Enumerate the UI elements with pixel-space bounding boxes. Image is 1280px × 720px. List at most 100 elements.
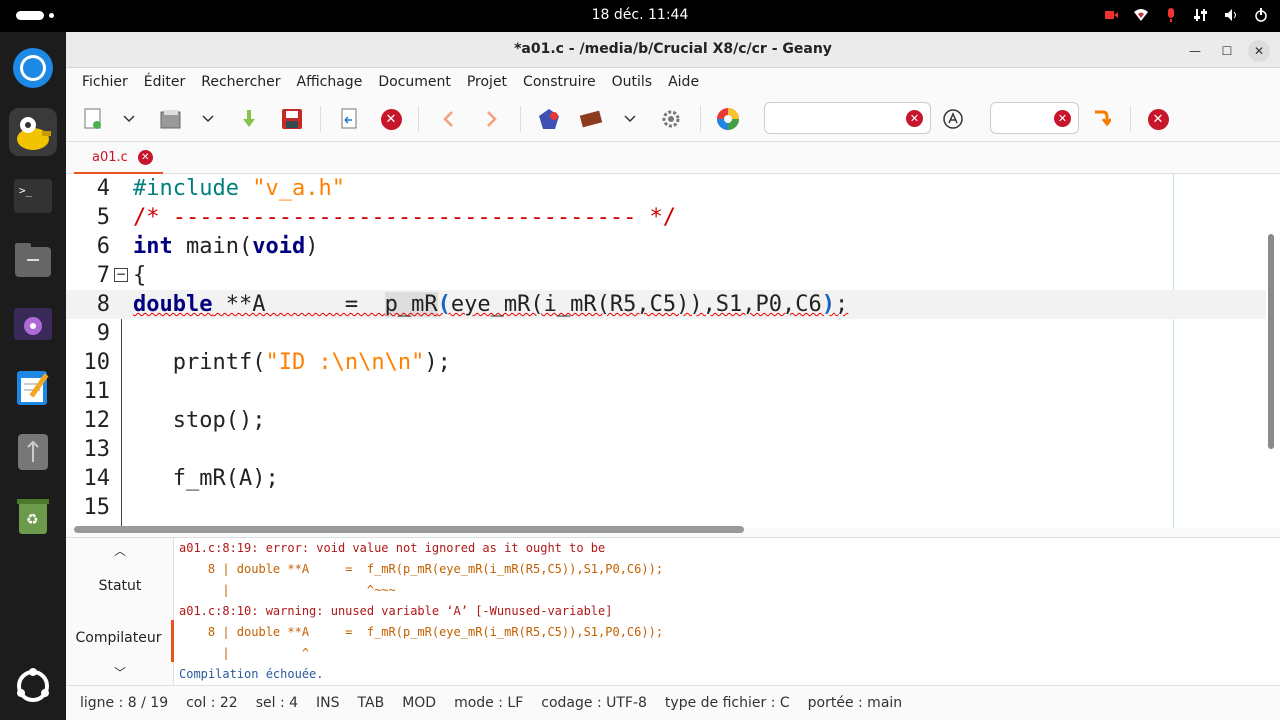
video-editor-icon[interactable]: [9, 300, 57, 348]
title-bar[interactable]: *a01.c - /media/b/Crucial X8/c/cr - Gean…: [66, 32, 1280, 68]
menu-document[interactable]: Document: [370, 74, 459, 90]
new-file-icon[interactable]: [80, 106, 106, 132]
menu-outils[interactable]: Outils: [604, 74, 660, 90]
code-line: 12 stop();: [66, 406, 1266, 435]
maximize-button[interactable]: ☐: [1216, 40, 1238, 62]
power-icon[interactable]: [1252, 6, 1270, 24]
message-line[interactable]: 8 | double **A = f_mR(p_mR(eye_mR(i_mR(R…: [179, 559, 663, 580]
line-number: 4: [96, 176, 110, 201]
status-col: col : 22: [186, 695, 238, 711]
compile-icon[interactable]: [536, 106, 562, 132]
message-line[interactable]: | ^: [179, 643, 663, 664]
menu-aide[interactable]: Aide: [660, 74, 707, 90]
goto-line-field[interactable]: ✕: [990, 102, 1079, 134]
menu-editer[interactable]: Éditer: [136, 74, 193, 90]
line-number: 13: [83, 437, 111, 462]
chromium-icon[interactable]: [9, 44, 57, 92]
network-icon[interactable]: [1132, 6, 1150, 24]
message-tabs: ︿ Statut Compilateur ﹀: [66, 538, 174, 686]
code-line: 7 − {: [66, 261, 1266, 290]
line-number: 7: [96, 263, 110, 288]
tab-label: a01.c: [92, 149, 128, 165]
line-number: 6: [96, 234, 110, 259]
code-editor[interactable]: 4 #include "v_a.h" 5 /* ----------------…: [66, 174, 1280, 528]
chevron-down-icon[interactable]: ﹀: [114, 664, 126, 681]
code-line: 6 int main(void): [66, 232, 1266, 261]
code-line: 15: [66, 493, 1266, 522]
trash-icon[interactable]: ♻: [9, 492, 57, 540]
dock: >_ ♻: [0, 32, 66, 720]
clock[interactable]: 18 déc. 11:44: [0, 7, 1280, 23]
volume-icon[interactable]: [1222, 6, 1240, 24]
menu-construire[interactable]: Construire: [515, 74, 604, 90]
navigate-back-icon[interactable]: [435, 106, 461, 132]
color-chooser-icon[interactable]: [715, 106, 741, 132]
code-line: 9: [66, 319, 1266, 348]
line-number: 5: [96, 205, 110, 230]
save-all-icon[interactable]: [279, 106, 305, 132]
message-line[interactable]: a01.c:8:19: error: void value not ignore…: [179, 538, 663, 559]
build-dropdown-chevron-icon[interactable]: [617, 106, 643, 132]
usb-drive-icon[interactable]: [9, 428, 57, 476]
tab-a01-c[interactable]: a01.c ✕: [74, 142, 163, 174]
menu-rechercher[interactable]: Rechercher: [193, 74, 288, 90]
menu-fichier[interactable]: Fichier: [74, 74, 136, 90]
goto-line-icon[interactable]: [1088, 106, 1114, 132]
new-dropdown-chevron-icon[interactable]: [116, 106, 142, 132]
find-icon[interactable]: [940, 106, 966, 132]
code-text: /* ----------------------------------- *…: [133, 205, 677, 230]
code-line-current: 8 double **A = p_mR(eye_mR(i_mR(R5,C5)),…: [66, 290, 1266, 319]
menu-projet[interactable]: Projet: [459, 74, 515, 90]
close-window-button[interactable]: ✕: [1248, 40, 1270, 62]
line-number: 9: [96, 321, 110, 346]
search-field[interactable]: ✕: [764, 102, 931, 134]
code-line: 14 f_mR(A);: [66, 464, 1266, 493]
files-icon[interactable]: [9, 236, 57, 284]
execute-icon[interactable]: [658, 106, 684, 132]
app-grid-icon[interactable]: [9, 662, 57, 710]
message-pane: ︿ Statut Compilateur ﹀ a01.c:8:19: error…: [66, 537, 1280, 686]
message-line[interactable]: 8 | double **A = f_mR(p_mR(eye_mR(i_mR(R…: [179, 622, 663, 643]
quit-icon[interactable]: ✕: [1145, 106, 1171, 132]
code-line: 4 #include "v_a.h": [66, 174, 1266, 203]
fold-marker-icon[interactable]: −: [114, 268, 128, 282]
status-filetype: type de fichier : C: [664, 695, 790, 711]
tab-statut[interactable]: Statut: [66, 578, 174, 594]
microphone-icon[interactable]: [1162, 6, 1180, 24]
line-number: 8: [96, 292, 110, 317]
tab-bar: a01.c ✕: [66, 142, 1280, 174]
status-scope: portée : main: [807, 695, 903, 711]
terminal-icon[interactable]: >_: [9, 172, 57, 220]
message-line[interactable]: Compilation échouée.: [179, 664, 663, 685]
minimize-button[interactable]: —: [1184, 40, 1206, 62]
line-number: 10: [83, 350, 111, 375]
close-file-icon[interactable]: ✕: [378, 106, 404, 132]
code-text: int main(void): [133, 234, 319, 259]
close-tab-icon[interactable]: ✕: [137, 149, 153, 165]
message-line[interactable]: | ^~~~: [179, 580, 663, 601]
message-line[interactable]: a01.c:8:10: warning: unused variable ‘A’…: [179, 601, 663, 622]
settings-icon[interactable]: [1192, 6, 1210, 24]
window-title: *a01.c - /media/b/Crucial X8/c/cr - Gean…: [514, 41, 832, 57]
horizontal-scrollbar[interactable]: [74, 526, 744, 533]
open-dropdown-chevron-icon[interactable]: [195, 106, 221, 132]
geany-icon[interactable]: [9, 108, 57, 156]
open-file-icon[interactable]: [158, 106, 184, 132]
text-editor-icon[interactable]: [9, 364, 57, 412]
system-top-bar: 18 déc. 11:44: [0, 0, 1280, 32]
save-icon[interactable]: [236, 106, 262, 132]
chevron-up-icon[interactable]: ︿: [114, 542, 126, 559]
menu-affichage[interactable]: Affichage: [289, 74, 371, 90]
code-text: printf("ID :\n\n\n");: [133, 350, 451, 375]
clear-goto-icon[interactable]: ✕: [1054, 110, 1071, 127]
revert-icon[interactable]: [336, 106, 362, 132]
screen-record-icon[interactable]: [1102, 6, 1120, 24]
status-bar: ligne : 8 / 19 col : 22 sel : 4 INS TAB …: [66, 685, 1280, 720]
toolbar: ✕ ✕ ✕ ✕: [66, 96, 1280, 142]
tab-compilateur[interactable]: Compilateur: [66, 620, 174, 662]
clear-search-icon[interactable]: ✕: [906, 110, 923, 127]
menu-bar: Fichier Éditer Rechercher Affichage Docu…: [66, 68, 1280, 96]
build-icon[interactable]: [578, 106, 604, 132]
navigate-forward-icon[interactable]: [479, 106, 505, 132]
vertical-scrollbar[interactable]: [1268, 234, 1274, 449]
